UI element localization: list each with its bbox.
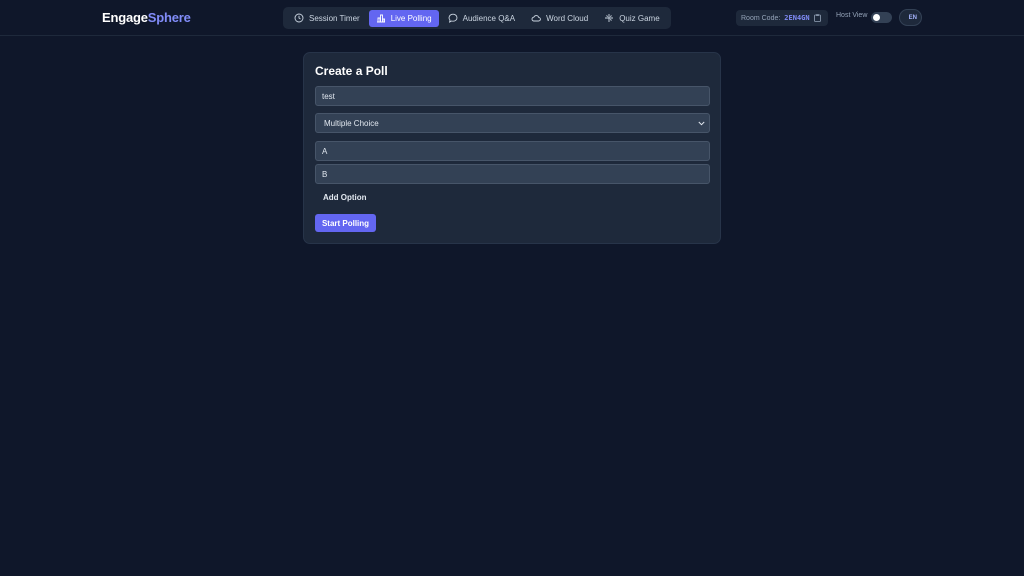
bar-chart-icon [376,14,385,23]
start-polling-label: Start Polling [321,218,370,228]
gamepad-icon [605,14,614,22]
app-logo[interactable]: EngageSphere [102,10,191,25]
card-title: Create a Poll [315,64,388,78]
nav-live-polling[interactable]: Live Polling [368,9,439,27]
poll-question-input[interactable]: test [315,86,710,106]
language-switcher[interactable]: EN [899,9,922,26]
logo-text-primary: Engage [102,10,148,25]
start-polling-button[interactable]: Start Polling [315,214,376,232]
toggle-knob [873,14,880,21]
create-poll-card: Create a Poll test Multiple Choice A B A… [303,52,721,244]
nav-quiz-game[interactable]: Quiz Game [597,10,666,27]
nav-label: Quiz Game [619,13,660,23]
host-view-toggle[interactable] [871,12,892,23]
poll-option-value: B [322,169,328,179]
nav-audience-qa[interactable]: Audience Q&A [441,10,522,27]
poll-type-value: Multiple Choice [324,118,379,128]
language-label: EN [908,14,917,21]
logo-text-accent: Sphere [147,10,191,25]
add-option-button[interactable]: Add Option [323,193,367,202]
nav-label: Session Timer [309,13,360,23]
cloud-icon [531,15,541,22]
poll-question-value: test [322,91,335,101]
clock-icon [294,13,304,23]
main-nav: Session Timer Live Polling Audience Q&A … [283,7,671,29]
nav-session-timer[interactable]: Session Timer [287,10,367,27]
poll-type-select[interactable]: Multiple Choice [315,113,710,133]
poll-option-input[interactable]: B [315,164,710,184]
chat-bubble-icon [448,13,458,23]
room-code-badge: Room Code: 2EN4GN [736,10,828,26]
nav-label: Live Polling [390,13,432,23]
nav-label: Audience Q&A [462,13,516,23]
top-bar: EngageSphere Session Timer Live Polling … [0,0,1024,36]
nav-label: Word Cloud [546,13,589,23]
clipboard-icon[interactable] [813,14,821,22]
poll-option-input[interactable]: A [315,141,710,161]
chevron-down-icon [698,121,705,125]
host-view-label: Host View [836,12,868,19]
nav-word-cloud[interactable]: Word Cloud [524,10,595,27]
room-code-value: 2EN4GN [784,14,810,22]
poll-option-value: A [322,146,328,156]
room-code-label: Room Code: [741,14,781,22]
